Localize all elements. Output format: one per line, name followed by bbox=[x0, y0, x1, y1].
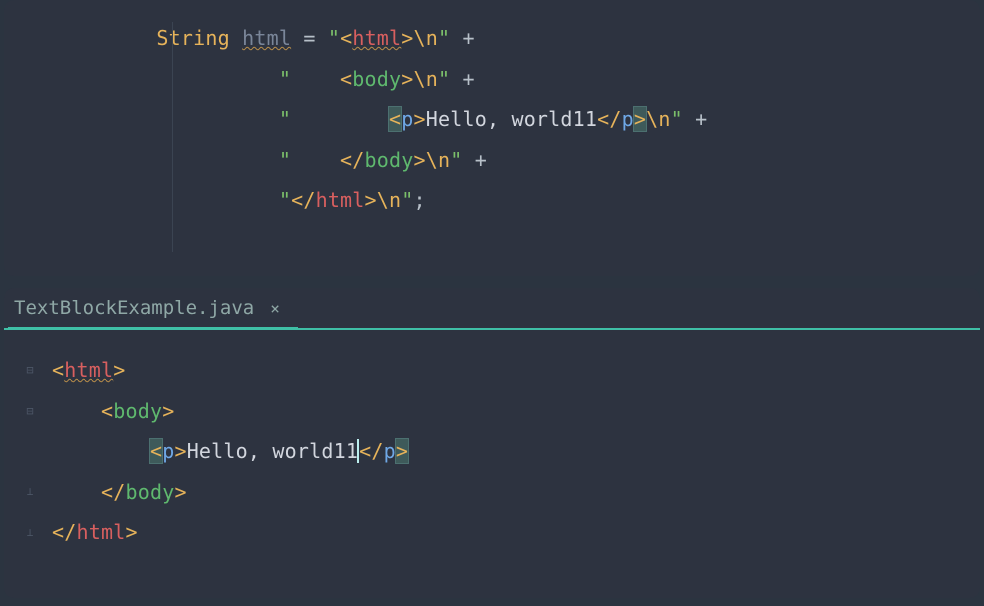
top-editor-panel: String html = "<html>\n" + " <body>\n" +… bbox=[4, 0, 980, 276]
tab-bar: TextBlockExample.java × bbox=[4, 288, 980, 330]
b-line-2: <body> bbox=[52, 399, 174, 423]
fold-end-icon bbox=[18, 512, 42, 553]
tab-textblockexample[interactable]: TextBlockExample.java × bbox=[8, 288, 298, 328]
line-3: " <p>Hello, world11</p>\n" + bbox=[34, 107, 707, 131]
close-icon[interactable]: × bbox=[266, 297, 284, 320]
tab-filename: TextBlockExample.java bbox=[14, 297, 254, 319]
fold-end-icon bbox=[18, 472, 42, 513]
bottom-editor-panel: TextBlockExample.java × <html> <body> <p… bbox=[4, 288, 980, 598]
line-4: " </body>\n" + bbox=[34, 148, 487, 172]
indent-guide bbox=[172, 22, 173, 252]
bottom-code-area[interactable]: <html> <body> <p>Hello, world11</p> </bo… bbox=[4, 330, 980, 553]
keyword-string: String bbox=[156, 26, 229, 50]
var-html: html bbox=[242, 26, 291, 50]
line-2: " <body>\n" + bbox=[34, 67, 475, 91]
b-line-4: </body> bbox=[52, 480, 187, 504]
line-5: "</html>\n"; bbox=[34, 188, 426, 212]
b-line-1: <html> bbox=[52, 358, 125, 382]
fold-gutter bbox=[18, 350, 42, 553]
b-line-5: </html> bbox=[52, 520, 138, 544]
line-1: String html = "<html>\n" + bbox=[34, 26, 475, 50]
fold-icon[interactable] bbox=[18, 350, 42, 391]
b-line-3: <p>Hello, world11</p> bbox=[52, 439, 408, 463]
bottom-code-block: <html> <body> <p>Hello, world11</p> </bo… bbox=[52, 350, 980, 553]
fold-icon[interactable] bbox=[18, 391, 42, 432]
